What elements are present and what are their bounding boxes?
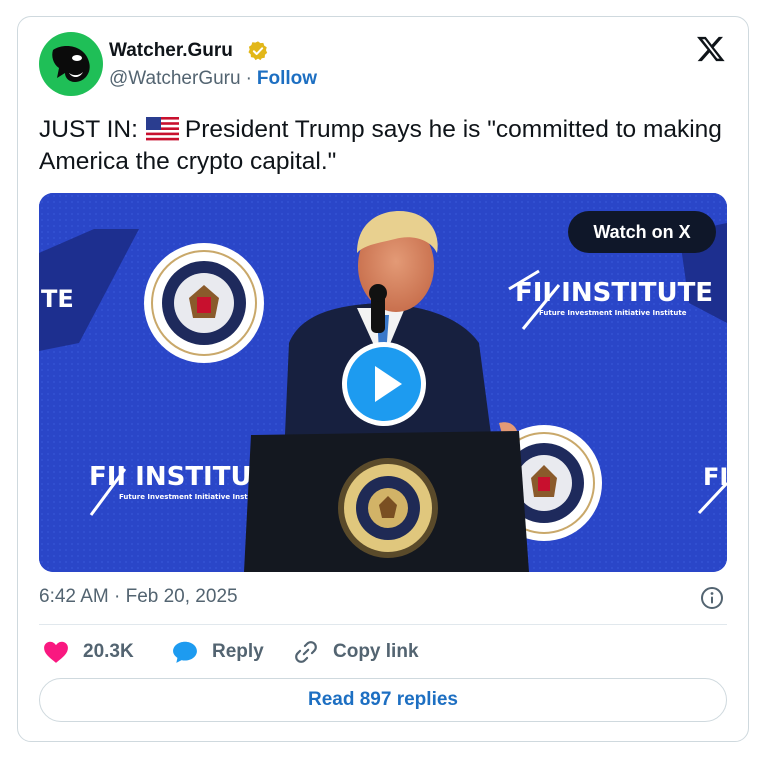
banner-cut-left: TE (41, 285, 74, 313)
separator: · (245, 68, 252, 89)
avatar[interactable] (39, 32, 103, 96)
tweet-text: JUST IN: President Trump says he is "com… (39, 114, 729, 178)
tweet-timestamp[interactable]: 6:42 AM · Feb 20, 2025 (39, 586, 238, 608)
author-handle-row: @WatcherGuru · Follow (109, 68, 317, 90)
copy-link-label: Copy link (333, 641, 419, 662)
author-handle[interactable]: @WatcherGuru (109, 68, 241, 89)
link-icon (295, 641, 317, 663)
reply-label: Reply (212, 641, 264, 662)
tweet-body: President Trump says he is "committed to… (39, 116, 722, 175)
divider (39, 624, 727, 625)
author-name[interactable]: Watcher.Guru (109, 40, 233, 62)
banner-left-sub: Future Investment Initiative Institute (119, 493, 267, 501)
read-replies-button[interactable]: Read 897 replies (39, 678, 727, 722)
reply-bubble-icon (173, 641, 197, 663)
banner-right-sub: Future Investment Initiative Institute (539, 309, 687, 317)
podium (244, 431, 529, 572)
like-button[interactable]: 20.3K (43, 638, 134, 666)
presidential-seal-left (144, 243, 264, 363)
copy-link-button[interactable]: Copy link (293, 638, 419, 666)
verified-badge-icon (248, 41, 268, 61)
watch-on-x-button[interactable]: Watch on X (568, 211, 716, 253)
info-icon[interactable] (700, 586, 724, 610)
us-flag-icon (145, 117, 179, 141)
heart-icon (44, 641, 68, 663)
tweet-prefix: JUST IN: (39, 116, 138, 143)
follow-link[interactable]: Follow (257, 68, 317, 89)
x-logo-icon[interactable] (696, 34, 726, 64)
reply-button[interactable]: Reply (172, 638, 264, 666)
play-icon[interactable] (340, 340, 428, 428)
like-count: 20.3K (83, 641, 134, 662)
orca-logo-icon (52, 46, 90, 82)
